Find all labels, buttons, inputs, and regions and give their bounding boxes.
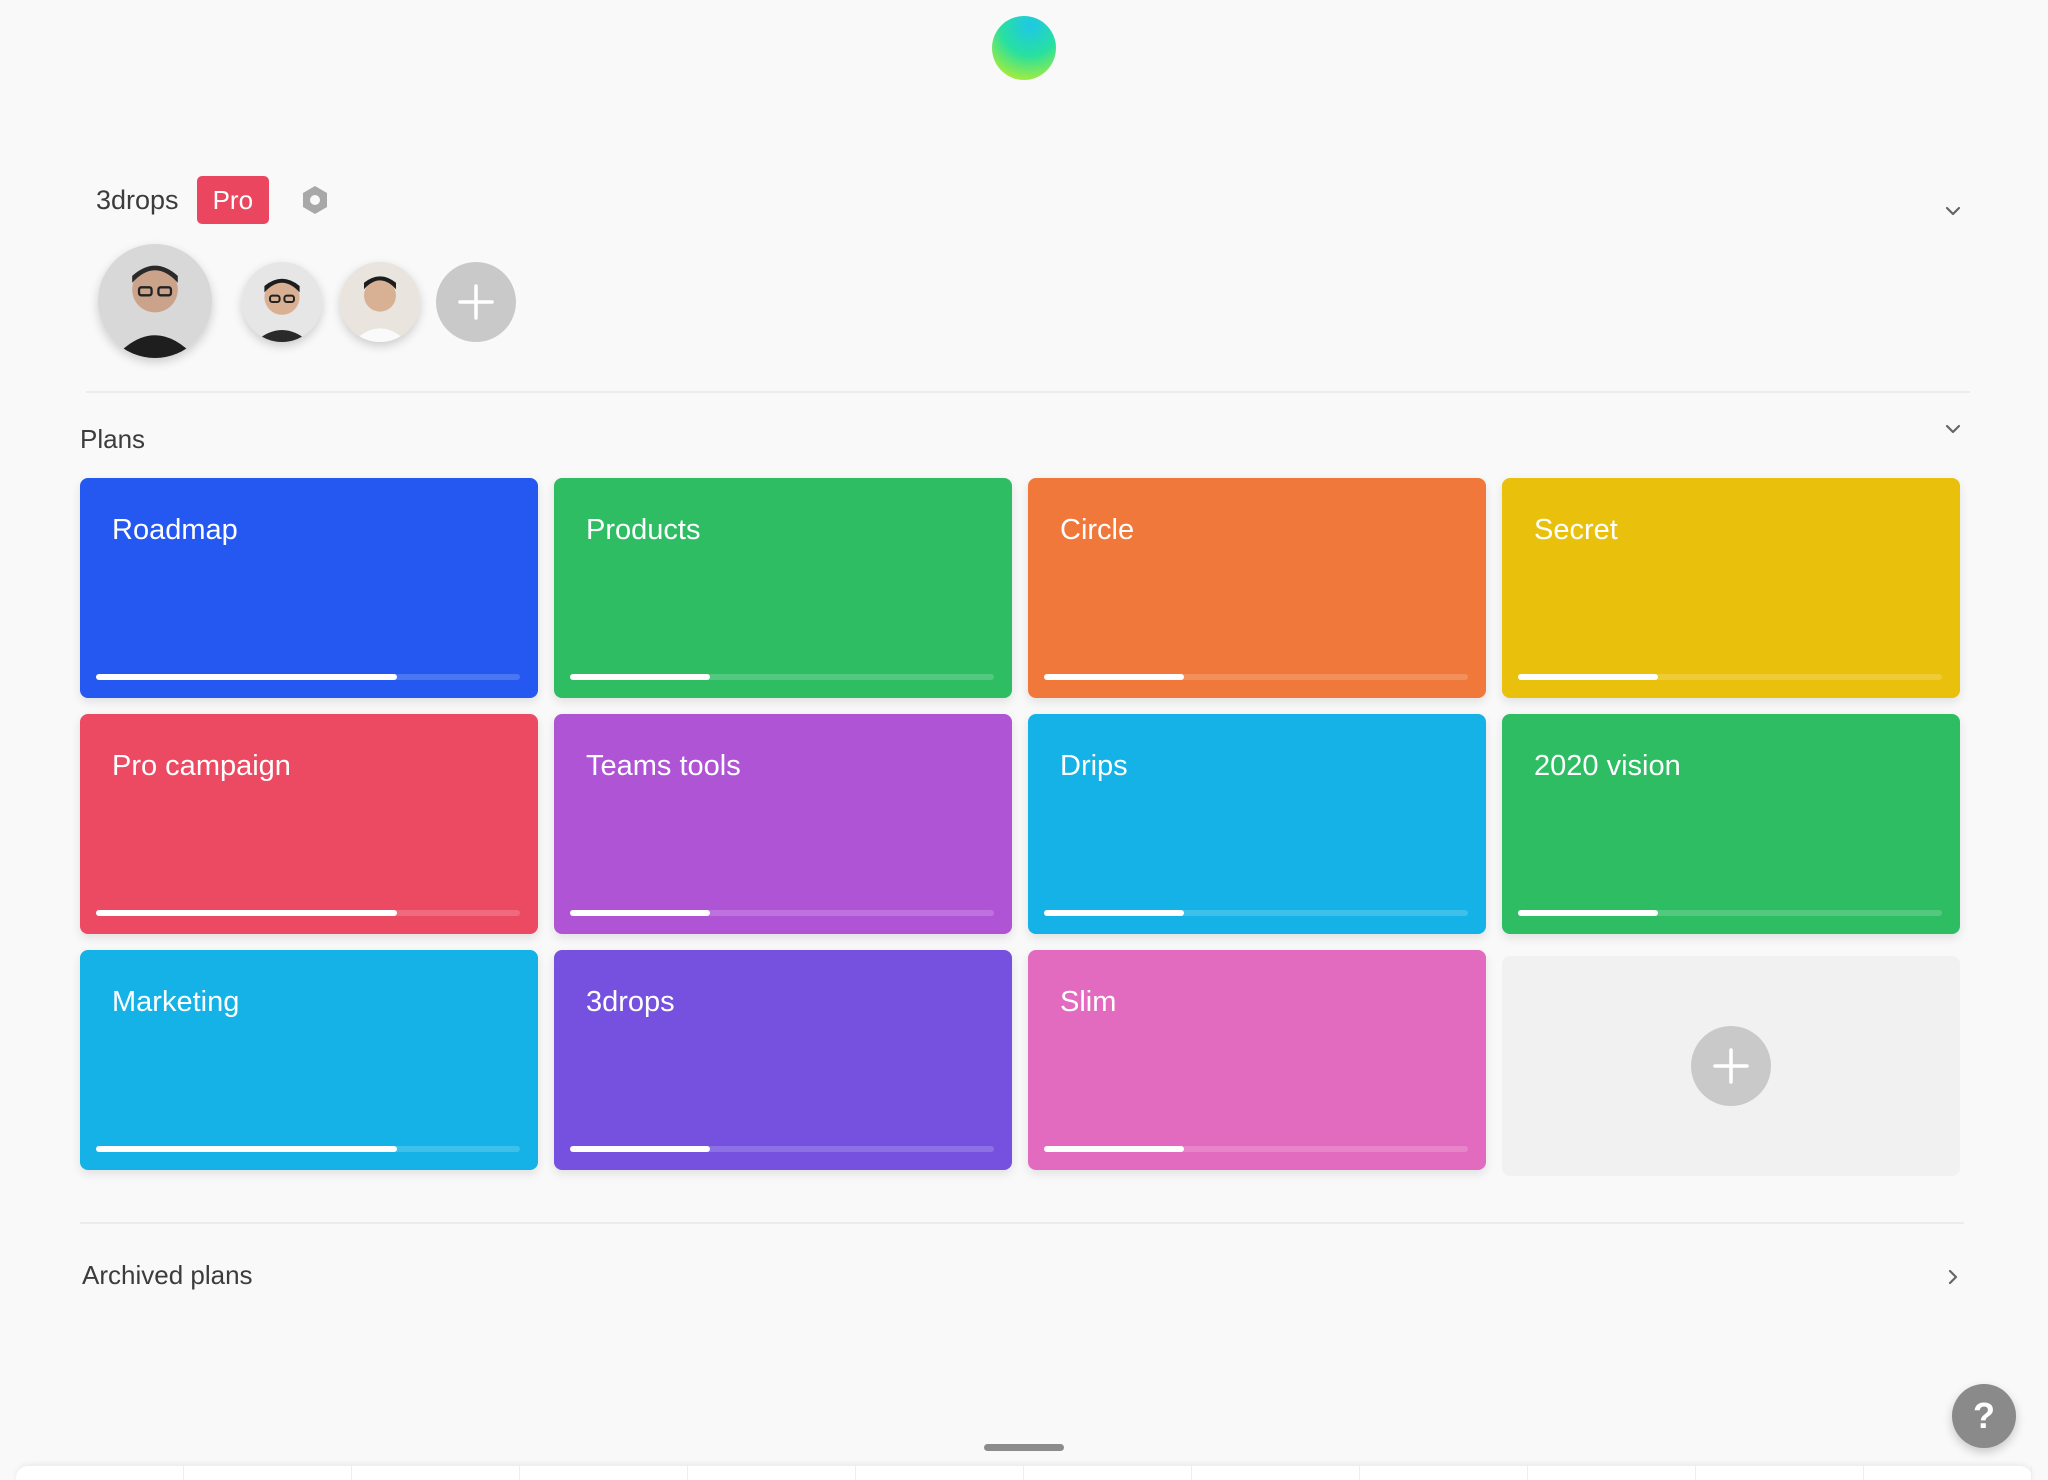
section-divider <box>80 1222 1964 1224</box>
member-avatar[interactable] <box>98 244 212 358</box>
plan-progress-fill <box>1044 674 1184 680</box>
plan-name: Secret <box>1534 514 1618 546</box>
chevron-right-icon[interactable] <box>1942 1266 1964 1288</box>
plan-card[interactable]: 3drops <box>554 950 1012 1170</box>
plan-name: Products <box>586 514 701 546</box>
pro-badge: Pro <box>196 176 270 224</box>
plan-progress-bar <box>96 910 520 916</box>
plan-card[interactable]: Products <box>554 478 1012 698</box>
plan-progress-fill <box>1044 910 1184 916</box>
plus-icon <box>1713 1048 1749 1084</box>
plan-progress-fill <box>570 1146 710 1152</box>
section-divider <box>86 391 1970 393</box>
collapse-team-chevron-icon[interactable] <box>1942 200 1964 222</box>
member-avatar[interactable] <box>242 262 322 342</box>
plan-progress-fill <box>96 674 398 680</box>
plan-progress-bar <box>96 1146 520 1152</box>
plan-progress-fill <box>1518 910 1658 916</box>
plan-progress-fill <box>96 1146 398 1152</box>
settings-icon[interactable] <box>299 184 331 216</box>
team-name[interactable]: 3drops <box>96 185 179 216</box>
plan-name: Circle <box>1060 514 1135 546</box>
archived-plans-link[interactable]: Archived plans <box>82 1260 253 1291</box>
plan-progress-bar <box>1044 1146 1468 1152</box>
plan-card[interactable]: Teams tools <box>554 714 1012 934</box>
add-member-button[interactable] <box>436 262 516 342</box>
team-header: 3drops Pro <box>96 176 331 224</box>
plan-name: Marketing <box>112 986 240 1018</box>
plus-icon <box>458 284 494 320</box>
plan-name: Slim <box>1060 986 1117 1018</box>
plan-progress-fill <box>96 910 398 916</box>
plan-card[interactable]: Slim <box>1028 950 1486 1170</box>
plan-progress-bar <box>1044 674 1468 680</box>
bottom-panel <box>16 1466 2032 1480</box>
app-logo[interactable] <box>992 16 1056 80</box>
plans-grid: Roadmap Products Circle Secret Pro campaign T… <box>80 478 1960 1176</box>
plan-progress-fill <box>1518 674 1658 680</box>
plan-card[interactable]: Roadmap <box>80 478 538 698</box>
plan-card[interactable]: Pro campaign <box>80 714 538 934</box>
plan-name: Drips <box>1060 750 1128 782</box>
plan-progress-fill <box>1044 1146 1184 1152</box>
plan-progress-bar <box>1518 674 1942 680</box>
member-avatar[interactable] <box>340 262 420 342</box>
plan-card[interactable]: Secret <box>1502 478 1960 698</box>
plan-name: 3drops <box>586 986 675 1018</box>
collapse-plans-chevron-icon[interactable] <box>1942 418 1964 440</box>
plan-progress-fill <box>570 910 710 916</box>
plan-progress-fill <box>570 674 710 680</box>
plan-progress-bar <box>570 674 994 680</box>
plan-progress-bar <box>1044 910 1468 916</box>
add-plan-button[interactable] <box>1502 956 1960 1176</box>
plan-name: Roadmap <box>112 514 238 546</box>
plans-section-title: Plans <box>80 424 146 454</box>
plan-card[interactable]: Drips <box>1028 714 1486 934</box>
plan-card[interactable]: 2020 vision <box>1502 714 1960 934</box>
help-button[interactable]: ? <box>1952 1384 2016 1448</box>
plan-name: Pro campaign <box>112 750 291 782</box>
plan-progress-bar <box>1518 910 1942 916</box>
plan-name: 2020 vision <box>1534 750 1681 782</box>
drag-handle[interactable] <box>984 1444 1064 1451</box>
plan-progress-bar <box>570 910 994 916</box>
add-plan-circle <box>1691 1026 1771 1106</box>
plan-name: Teams tools <box>586 750 741 782</box>
plan-progress-bar <box>570 1146 994 1152</box>
plan-card[interactable]: Marketing <box>80 950 538 1170</box>
plan-card[interactable]: Circle <box>1028 478 1486 698</box>
plan-progress-bar <box>96 674 520 680</box>
